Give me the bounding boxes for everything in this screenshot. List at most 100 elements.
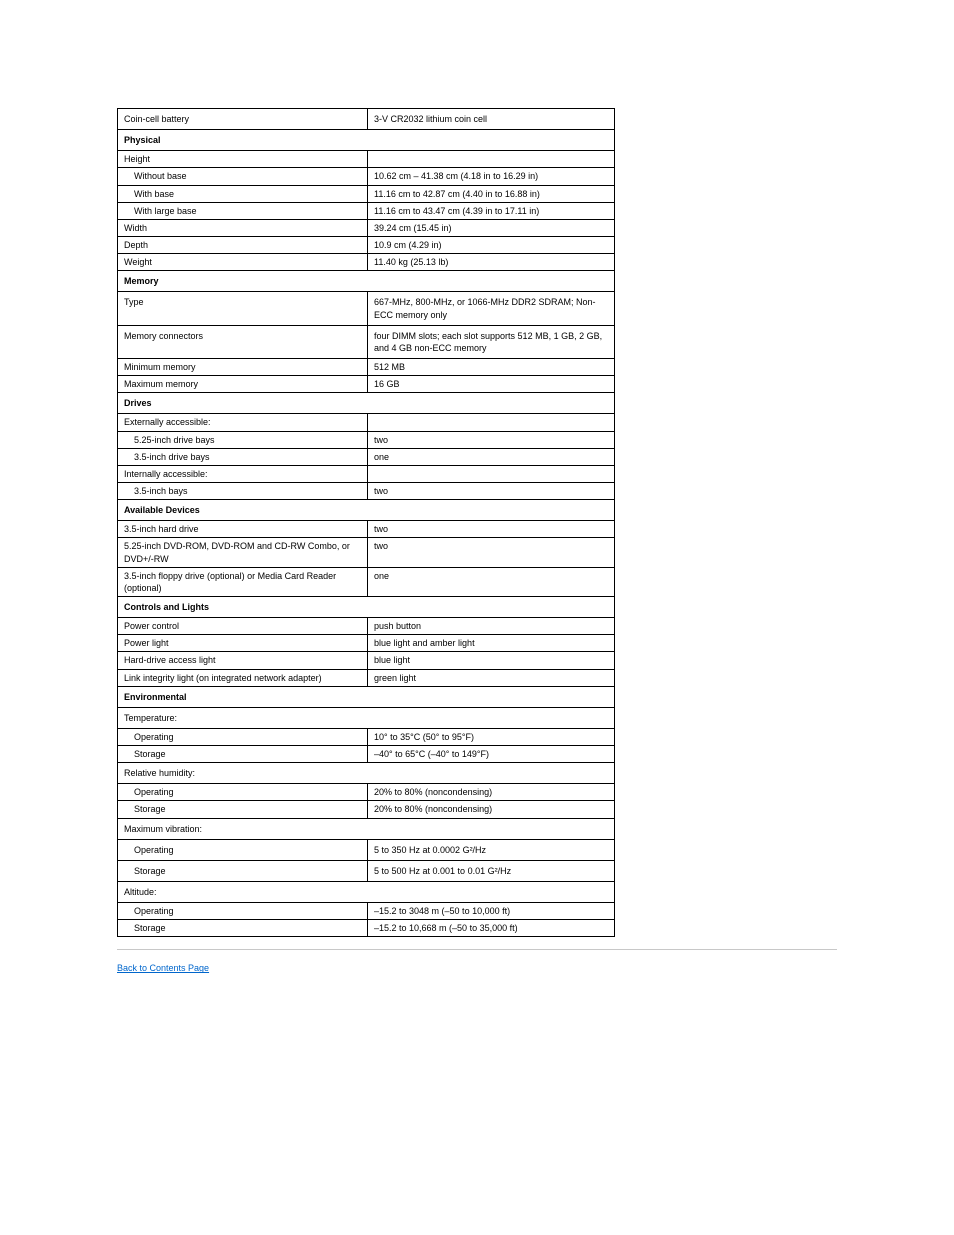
table-row: 3.5-inch hard drivetwo — [118, 521, 615, 538]
sub-header: Altitude: — [118, 882, 615, 903]
table-row: With large base11.16 cm to 43.47 cm (4.3… — [118, 202, 615, 219]
table-row: 3.5-inch drive baysone — [118, 448, 615, 465]
table-row: Available Devices — [118, 500, 615, 521]
table-row: Storage5 to 500 Hz at 0.001 to 0.01 G²/H… — [118, 860, 615, 881]
table-row: Minimum memory512 MB — [118, 358, 615, 375]
section-header: Environmental — [118, 686, 615, 707]
spec-label: Storage — [118, 801, 368, 818]
spec-value: 11.16 cm to 43.47 cm (4.39 in to 17.11 i… — [368, 202, 615, 219]
table-row: Type667-MHz, 800-MHz, or 1066-MHz DDR2 S… — [118, 292, 615, 325]
table-row: Drives — [118, 393, 615, 414]
spec-value: 10.9 cm (4.29 in) — [368, 236, 615, 253]
spec-label: Hard-drive access light — [118, 652, 368, 669]
spec-value: 5 to 500 Hz at 0.001 to 0.01 G²/Hz — [368, 860, 615, 881]
table-row: Hard-drive access lightblue light — [118, 652, 615, 669]
spec-label: 3.5-inch floppy drive (optional) or Medi… — [118, 567, 368, 596]
spec-value: two — [368, 521, 615, 538]
spec-label: Maximum memory — [118, 376, 368, 393]
spec-label: Height — [118, 151, 368, 168]
table-row: Operating5 to 350 Hz at 0.0002 G²/Hz — [118, 839, 615, 860]
spec-label: With base — [118, 185, 368, 202]
table-row: Altitude: — [118, 882, 615, 903]
table-row: Height — [118, 151, 615, 168]
spec-label: Without base — [118, 168, 368, 185]
table-row: Physical — [118, 130, 615, 151]
spec-value: blue light — [368, 652, 615, 669]
spec-value: two — [368, 482, 615, 499]
table-row: With base11.16 cm to 42.87 cm (4.40 in t… — [118, 185, 615, 202]
spec-label: Storage — [118, 860, 368, 881]
spec-label: Storage — [118, 746, 368, 763]
spec-label: Externally accessible: — [118, 414, 368, 431]
spec-label: 3.5-inch bays — [118, 482, 368, 499]
spec-label: 3.5-inch drive bays — [118, 448, 368, 465]
spec-value: two — [368, 431, 615, 448]
table-row: Memory connectorsfour DIMM slots; each s… — [118, 325, 615, 358]
spec-value — [368, 151, 615, 168]
spec-value: 20% to 80% (noncondensing) — [368, 801, 615, 818]
table-row: Operating10° to 35°C (50° to 95°F) — [118, 728, 615, 745]
section-header: Physical — [118, 130, 615, 151]
table-row: Without base10.62 cm – 41.38 cm (4.18 in… — [118, 168, 615, 185]
table-row: 5.25-inch drive baystwo — [118, 431, 615, 448]
sub-header: Relative humidity: — [118, 763, 615, 784]
table-row: Temperature: — [118, 707, 615, 728]
spec-label: Power control — [118, 618, 368, 635]
table-row: Coin-cell battery3-V CR2032 lithium coin… — [118, 109, 615, 130]
table-row: Link integrity light (on integrated netw… — [118, 669, 615, 686]
table-row: 3.5-inch floppy drive (optional) or Medi… — [118, 567, 615, 596]
spec-value — [368, 465, 615, 482]
spec-value: –40° to 65°C (–40° to 149°F) — [368, 746, 615, 763]
table-row: Width39.24 cm (15.45 in) — [118, 219, 615, 236]
spec-label: Depth — [118, 236, 368, 253]
spec-label: 3.5-inch hard drive — [118, 521, 368, 538]
spec-label: Operating — [118, 784, 368, 801]
table-row: Weight11.40 kg (25.13 lb) — [118, 254, 615, 271]
specifications-table: Coin-cell battery3-V CR2032 lithium coin… — [117, 108, 615, 937]
spec-value: push button — [368, 618, 615, 635]
back-to-contents-link[interactable]: Back to Contents Page — [117, 963, 209, 973]
spec-value: 11.40 kg (25.13 lb) — [368, 254, 615, 271]
spec-value — [368, 414, 615, 431]
spec-label: Operating — [118, 903, 368, 920]
spec-value: 39.24 cm (15.45 in) — [368, 219, 615, 236]
spec-value: green light — [368, 669, 615, 686]
spec-value: 5 to 350 Hz at 0.0002 G²/Hz — [368, 839, 615, 860]
spec-value: two — [368, 538, 615, 567]
table-row: Power controlpush button — [118, 618, 615, 635]
table-row: Power lightblue light and amber light — [118, 635, 615, 652]
table-row: Operating20% to 80% (noncondensing) — [118, 784, 615, 801]
table-row: 3.5-inch baystwo — [118, 482, 615, 499]
spec-value: four DIMM slots; each slot supports 512 … — [368, 325, 615, 358]
spec-label: Operating — [118, 728, 368, 745]
section-header: Controls and Lights — [118, 596, 615, 617]
section-header: Drives — [118, 393, 615, 414]
table-row: 5.25-inch DVD-ROM, DVD-ROM and CD-RW Com… — [118, 538, 615, 567]
spec-value: 20% to 80% (noncondensing) — [368, 784, 615, 801]
spec-value: 512 MB — [368, 358, 615, 375]
spec-label: Type — [118, 292, 368, 325]
spec-label: Width — [118, 219, 368, 236]
table-row: Maximum vibration: — [118, 818, 615, 839]
spec-label: With large base — [118, 202, 368, 219]
spec-value: 667-MHz, 800-MHz, or 1066-MHz DDR2 SDRAM… — [368, 292, 615, 325]
table-row: Environmental — [118, 686, 615, 707]
section-header: Available Devices — [118, 500, 615, 521]
separator — [117, 949, 837, 950]
table-row: Maximum memory16 GB — [118, 376, 615, 393]
sub-header: Maximum vibration: — [118, 818, 615, 839]
table-row: Internally accessible: — [118, 465, 615, 482]
spec-label: Coin-cell battery — [118, 109, 368, 130]
spec-value: one — [368, 448, 615, 465]
table-row: Storage20% to 80% (noncondensing) — [118, 801, 615, 818]
table-row: Controls and Lights — [118, 596, 615, 617]
section-header: Memory — [118, 271, 615, 292]
spec-label: Memory connectors — [118, 325, 368, 358]
table-row: Externally accessible: — [118, 414, 615, 431]
spec-label: Storage — [118, 920, 368, 937]
spec-value: one — [368, 567, 615, 596]
spec-value: 16 GB — [368, 376, 615, 393]
spec-value: 10.62 cm – 41.38 cm (4.18 in to 16.29 in… — [368, 168, 615, 185]
table-row: Storage–40° to 65°C (–40° to 149°F) — [118, 746, 615, 763]
spec-label: 5.25-inch drive bays — [118, 431, 368, 448]
